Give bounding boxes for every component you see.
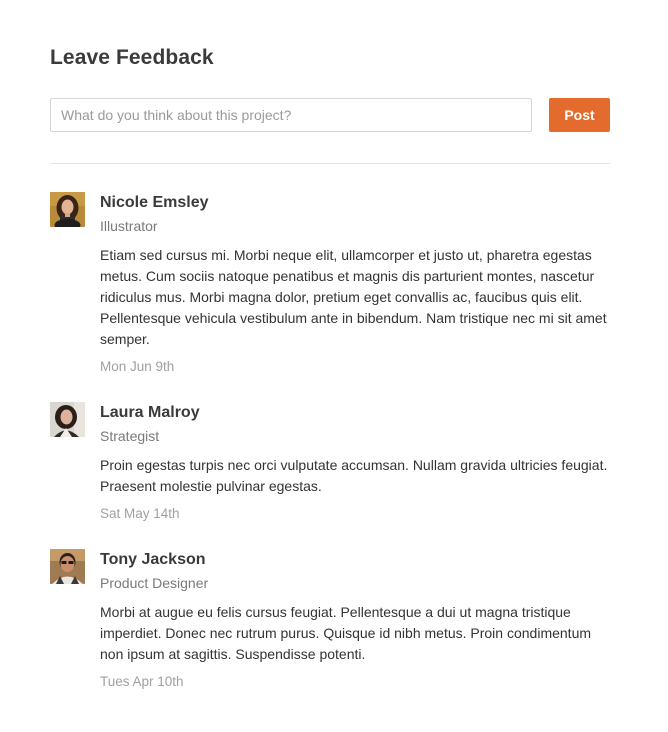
comment-body: Nicole Emsley Illustrator Etiam sed curs… [100, 192, 610, 375]
comment-author[interactable]: Nicole Emsley [100, 194, 610, 212]
avatar-photo-tony [50, 549, 85, 584]
feedback-input[interactable] [50, 98, 532, 132]
page-title: Leave Feedback [50, 46, 214, 69]
comment-text: Morbi at augue eu felis cursus feugiat. … [100, 604, 592, 662]
post-button[interactable]: Post [549, 98, 610, 132]
comment-role: Strategist [100, 428, 160, 444]
avatar-photo-nicole [50, 192, 85, 227]
comment-role: Illustrator [100, 218, 158, 234]
comment-body: Laura Malroy Strategist Proin egestas tu… [100, 402, 610, 522]
comment-author[interactable]: Tony Jackson [100, 551, 610, 569]
comment-author[interactable]: Laura Malroy [100, 404, 610, 422]
comment-body: Tony Jackson Product Designer Morbi at a… [100, 549, 610, 690]
comment-date: Tues Apr 10th [100, 674, 184, 689]
comment-text: Proin egestas turpis nec orci vulputate … [100, 457, 608, 494]
avatar[interactable] [50, 549, 85, 584]
avatar-photo-laura [50, 402, 85, 437]
comment-text: Etiam sed cursus mi. Morbi neque elit, u… [100, 247, 607, 347]
comment-date: Mon Jun 9th [100, 359, 175, 374]
divider [50, 163, 610, 164]
comment-date: Sat May 14th [100, 506, 180, 521]
feedback-compose: Post [50, 98, 610, 132]
avatar[interactable] [50, 192, 85, 227]
comment-role: Product Designer [100, 575, 209, 591]
avatar[interactable] [50, 402, 85, 437]
